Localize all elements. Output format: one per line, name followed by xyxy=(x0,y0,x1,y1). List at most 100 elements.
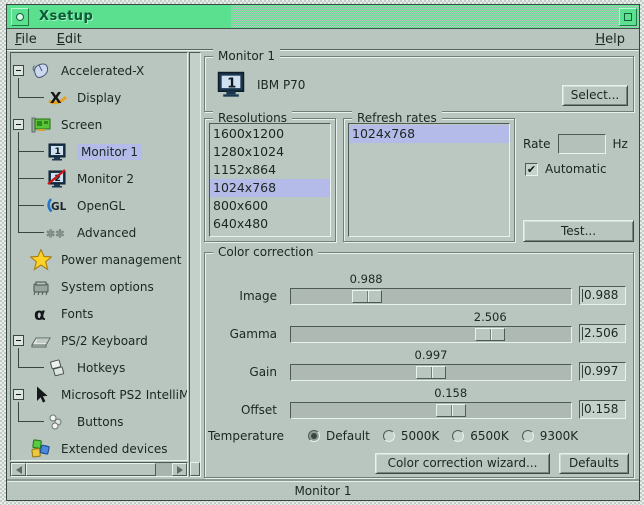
left-arrow-icon xyxy=(12,466,22,474)
list-item[interactable]: 1152x864 xyxy=(210,161,330,179)
tree-item-label: Monitor 2 xyxy=(77,172,134,186)
tree-horizontal-scrollbar[interactable] xyxy=(10,462,188,477)
menu-edit[interactable]: Edit xyxy=(49,30,90,47)
tree-item-extended-devices[interactable]: Extended devices xyxy=(11,435,187,461)
rate-input[interactable] xyxy=(558,134,606,154)
slider-row-gain: Gain 0.997 0.997 xyxy=(206,343,632,381)
xsetup-window: Xsetup File Edit Help Accelerated-X X xyxy=(6,4,640,501)
tree-item-label: Extended devices xyxy=(61,442,167,456)
maximize-button[interactable] xyxy=(619,8,637,26)
tree-item-microsoft-ps2-intellimouse[interactable]: Microsoft PS2 IntelliM xyxy=(11,381,187,408)
title-bar[interactable]: Xsetup xyxy=(7,5,639,29)
collapse-icon[interactable] xyxy=(13,335,24,346)
monitor-model: IBM P70 xyxy=(257,78,305,92)
list-item-selected[interactable]: 1024x768 xyxy=(349,125,509,143)
tree-branch: Hotkeys xyxy=(11,354,187,381)
status-bar: Monitor 1 xyxy=(7,481,639,500)
chip-icon xyxy=(30,277,52,297)
gain-slider-track[interactable] xyxy=(290,364,572,381)
tree-item-label: Display xyxy=(77,91,121,105)
opengl-icon: GL xyxy=(46,196,68,216)
tree-item-label: Buttons xyxy=(77,415,123,429)
tree-item-buttons[interactable]: Buttons xyxy=(11,408,187,435)
list-item[interactable]: 640x480 xyxy=(210,215,330,233)
radio-5000k[interactable]: 5000K xyxy=(383,429,439,443)
tree-item-fonts[interactable]: α Fonts xyxy=(11,300,187,327)
radio-label: 6500K xyxy=(470,429,508,443)
list-item[interactable]: 800x600 xyxy=(210,197,330,215)
tree-item-screen[interactable]: Screen xyxy=(11,111,187,138)
radio-6500k[interactable]: 6500K xyxy=(452,429,508,443)
defaults-button[interactable]: Defaults xyxy=(559,453,629,474)
slider-row-image: Image 0.988 0.988 xyxy=(206,267,632,305)
rate-column: Rate Hz ✔ Automatic Test... xyxy=(523,118,634,242)
automatic-checkbox[interactable]: ✔ xyxy=(525,163,538,176)
image-slider-track[interactable] xyxy=(290,288,572,305)
radio-label: 5000K xyxy=(401,429,439,443)
tree-vertical-scrollbar[interactable] xyxy=(189,52,201,477)
tree-branch: 1 Monitor 1 2 Monitor 2 GL OpenGL xyxy=(11,138,187,246)
radio-9300k[interactable]: 9300K xyxy=(522,429,578,443)
tree-item-accelerated-x[interactable]: Accelerated-X xyxy=(11,57,187,84)
menu-file[interactable]: File xyxy=(7,30,45,47)
scrollbar-corner xyxy=(190,462,200,476)
group-title: Color correction xyxy=(213,245,318,259)
tree-branch: Buttons xyxy=(11,408,187,435)
collapse-icon[interactable] xyxy=(13,389,24,400)
svg-text:X: X xyxy=(50,89,62,107)
tree-item-advanced[interactable]: ✱✱ Advanced xyxy=(11,219,187,246)
refresh-rates-list[interactable]: 1024x768 xyxy=(348,123,510,237)
scroll-left-button[interactable] xyxy=(11,463,26,476)
offset-slider-thumb[interactable] xyxy=(436,404,466,417)
rate-label: Rate xyxy=(523,137,551,151)
tree-item-monitor-2[interactable]: 2 Monitor 2 xyxy=(11,165,187,192)
list-item[interactable]: 1280x1024 xyxy=(210,143,330,161)
gain-value-field[interactable]: 0.997 xyxy=(579,362,626,381)
tree-item-hotkeys[interactable]: Hotkeys xyxy=(11,354,187,381)
right-arrow-icon xyxy=(177,466,187,474)
image-slider-thumb[interactable] xyxy=(352,290,382,303)
image-value-field[interactable]: 0.988 xyxy=(579,286,626,305)
gamma-value-field[interactable]: 2.506 xyxy=(579,324,626,343)
alpha-fonts-icon: α xyxy=(30,304,52,324)
radio-icon xyxy=(522,430,534,442)
tree-item-label: Fonts xyxy=(61,307,93,321)
slider-row-offset: Offset 0.158 0.158 xyxy=(206,381,632,419)
tree-item-power-management[interactable]: Power management xyxy=(11,246,187,273)
keyboard-icon xyxy=(30,331,52,351)
gamma-slider-thumb[interactable] xyxy=(475,328,505,341)
gain-slider-thumb[interactable] xyxy=(416,366,446,379)
tree-connector xyxy=(18,151,44,152)
monitor-1-icon: 1 xyxy=(46,142,68,162)
svg-text:✱✱: ✱✱ xyxy=(46,227,64,240)
list-item-selected[interactable]: 1024x768 xyxy=(210,179,330,197)
window-title: Xsetup xyxy=(39,9,93,24)
svg-text:α: α xyxy=(34,305,46,324)
window-menu-button[interactable] xyxy=(11,8,29,26)
select-monitor-button[interactable]: Select... xyxy=(562,85,628,106)
tree-item-ps2-keyboard[interactable]: PS/2 Keyboard xyxy=(11,327,187,354)
tree-item-label: Power management xyxy=(61,253,181,267)
scrollbar-thumb[interactable] xyxy=(26,463,156,476)
tree-item-monitor-1[interactable]: 1 Monitor 1 xyxy=(11,138,187,165)
color-correction-wizard-button[interactable]: Color correction wizard... xyxy=(375,453,550,474)
menu-help[interactable]: Help xyxy=(587,30,633,47)
list-item[interactable]: 1600x1200 xyxy=(210,125,330,143)
collapse-icon[interactable] xyxy=(13,119,24,130)
rate-unit: Hz xyxy=(613,137,628,151)
scroll-right-button[interactable] xyxy=(172,463,187,476)
offset-slider-track[interactable] xyxy=(290,402,572,419)
tree-connector xyxy=(18,178,44,179)
tree-item-display[interactable]: X Display xyxy=(11,84,187,111)
resolutions-list[interactable]: 1600x1200 1280x1024 1152x864 1024x768 80… xyxy=(209,123,331,237)
gamma-slider-track[interactable] xyxy=(290,326,572,343)
tree-item-system-options[interactable]: System options xyxy=(11,273,187,300)
device-tree-panel[interactable]: Accelerated-X X Display Screen xyxy=(10,52,188,461)
radio-icon xyxy=(452,430,464,442)
radio-default[interactable]: Default xyxy=(308,429,370,443)
svg-text:1: 1 xyxy=(55,147,61,157)
collapse-icon[interactable] xyxy=(13,65,24,76)
test-button[interactable]: Test... xyxy=(523,220,634,242)
offset-value-field[interactable]: 0.158 xyxy=(579,400,626,419)
tree-item-opengl[interactable]: GL OpenGL xyxy=(11,192,187,219)
